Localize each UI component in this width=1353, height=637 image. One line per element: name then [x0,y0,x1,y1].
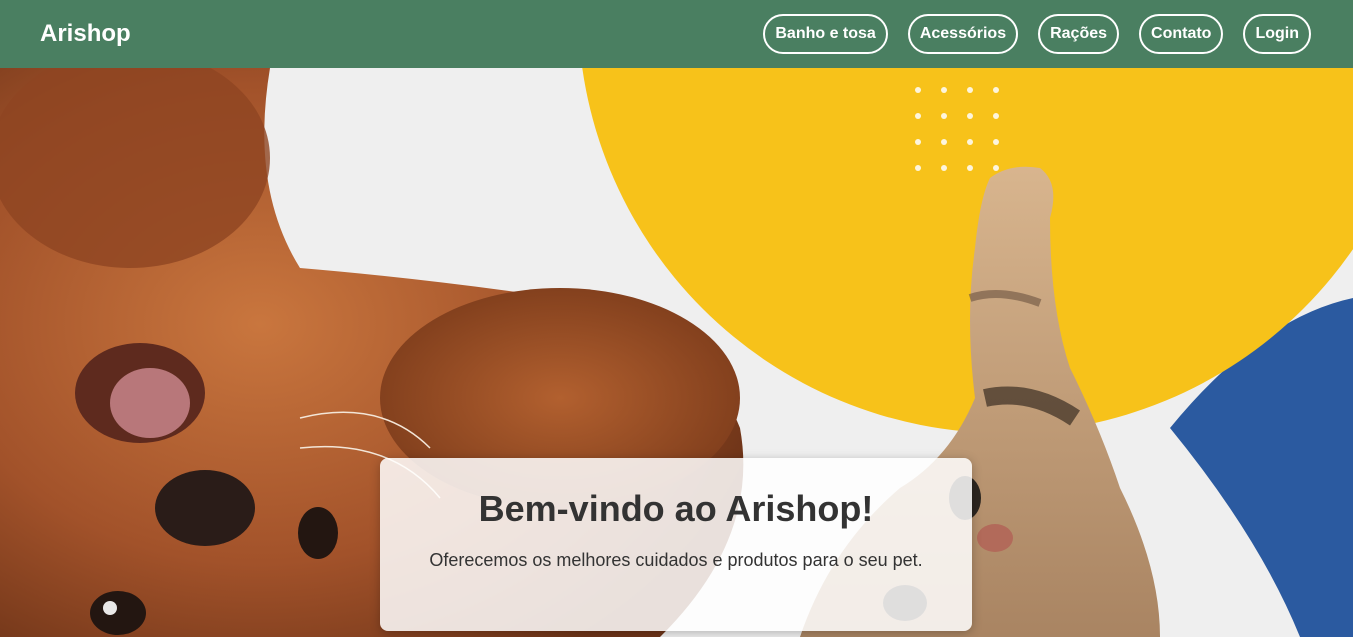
hero-banner: Bem-vindo ao Arishop! Oferecemos os melh… [0,68,1353,637]
welcome-card: Bem-vindo ao Arishop! Oferecemos os melh… [380,458,972,631]
nav-login[interactable]: Login [1243,14,1311,54]
main-nav: Banho e tosa Acessórios Rações Contato L… [763,14,1311,54]
nav-racoes[interactable]: Rações [1038,14,1120,54]
nav-contato[interactable]: Contato [1139,14,1224,54]
top-navbar: Arishop Banho e tosa Acessórios Rações C… [0,0,1353,68]
brand-logo[interactable]: Arishop [40,20,131,48]
welcome-subtitle: Oferecemos os melhores cuidados e produt… [429,550,923,570]
welcome-title: Bem-vindo ao Arishop! [478,488,874,529]
nav-banho-e-tosa[interactable]: Banho e tosa [763,14,888,54]
nav-acessorios[interactable]: Acessórios [907,14,1019,54]
